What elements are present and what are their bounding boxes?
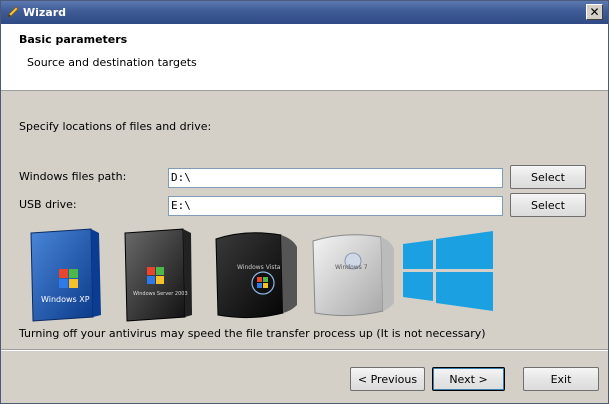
pencil-icon xyxy=(7,6,19,18)
window-title: Wizard xyxy=(23,6,67,19)
next-button[interactable]: Next > xyxy=(432,367,505,391)
usb-drive-input[interactable]: E:\ xyxy=(168,196,503,216)
windows-xp-box-icon: Windows XP xyxy=(30,228,101,322)
title-bar[interactable]: Wizard ✕ xyxy=(1,1,608,24)
close-button[interactable]: ✕ xyxy=(586,4,603,20)
logo-text: Windows XP xyxy=(41,295,90,304)
wizard-header: Basic parameters Source and destination … xyxy=(1,24,608,91)
windows-versions-logos: Windows XP Windows Server 2003 Windows V… xyxy=(30,228,493,322)
previous-button[interactable]: < Previous xyxy=(350,367,425,391)
logo-text: Windows 7 xyxy=(335,264,368,271)
exit-button[interactable]: Exit xyxy=(523,367,599,391)
windows-8-logo-icon xyxy=(403,231,493,311)
select-windows-path-button[interactable]: Select xyxy=(510,165,586,189)
select-usb-drive-button[interactable]: Select xyxy=(510,193,586,217)
instruction-text: Specify locations of files and drive: xyxy=(19,120,212,133)
logo-text: Windows Server 2003 xyxy=(133,291,188,297)
windows-vista-box-icon: Windows Vista xyxy=(215,232,297,319)
usb-drive-label: USB drive: xyxy=(19,198,77,211)
windows-path-label: Windows files path: xyxy=(19,170,127,183)
antivirus-note: Turning off your antivirus may speed the… xyxy=(19,327,486,340)
logo-text: Windows Vista xyxy=(237,264,281,271)
wizard-window: Wizard ✕ Basic parameters Source and des… xyxy=(0,0,609,404)
close-icon: ✕ xyxy=(589,5,600,19)
footer-separator xyxy=(1,349,608,351)
page-title: Basic parameters xyxy=(19,33,128,46)
windows-server-2003-box-icon: Windows Server 2003 xyxy=(124,228,192,322)
page-subtitle: Source and destination targets xyxy=(27,56,197,69)
windows-7-box-icon: Windows 7 xyxy=(312,234,394,317)
windows-path-input[interactable]: D:\ xyxy=(168,168,503,188)
